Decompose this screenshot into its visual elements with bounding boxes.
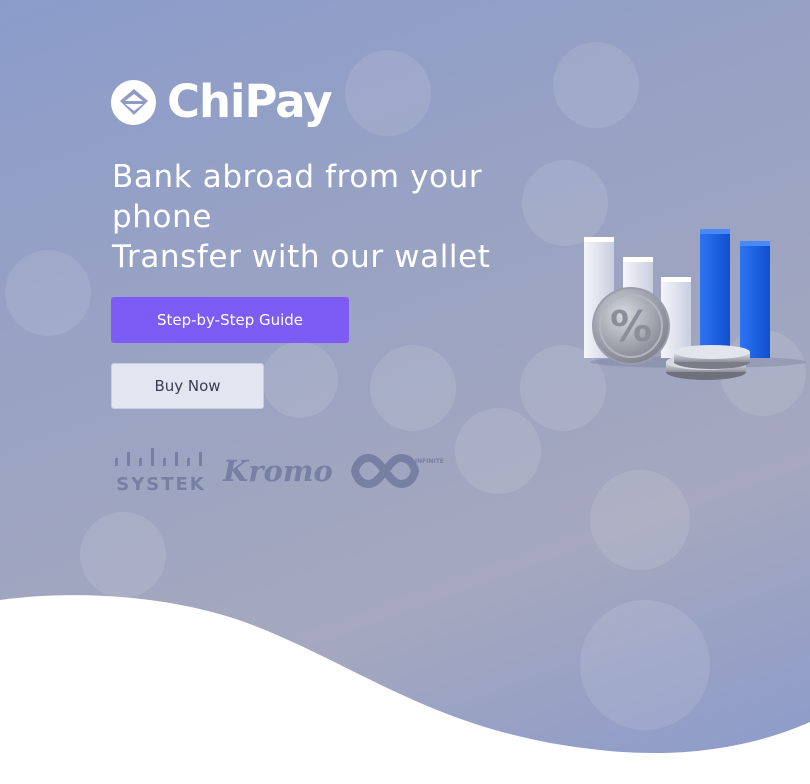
hero-section: ChiPay Bank abroad from your phone Trans… — [0, 0, 810, 784]
hero-headline: Bank abroad from your phone Transfer wit… — [112, 157, 542, 277]
systek-logo: SYSTEK — [113, 446, 209, 495]
infinity-logo-text: INFINITE — [414, 457, 444, 465]
bokeh-circle — [370, 345, 456, 431]
brand-logo[interactable]: ChiPay — [111, 74, 333, 130]
brand-name: ChiPay — [167, 75, 333, 128]
bottom-wave-divider — [0, 595, 810, 784]
bokeh-circle — [5, 250, 91, 336]
bar-chart-percent-coin-icon: % — [578, 222, 810, 392]
bokeh-circle — [553, 42, 639, 128]
buy-now-button[interactable]: Buy Now — [111, 363, 264, 409]
kromo-logo-text: Kromo — [223, 453, 333, 488]
systek-bars-icon — [115, 448, 202, 466]
percent-symbol: % — [610, 302, 652, 351]
headline-line: Transfer with our wallet — [112, 239, 491, 275]
bokeh-circle — [455, 408, 541, 494]
bokeh-circle — [262, 342, 338, 418]
bokeh-circle — [590, 470, 690, 570]
partner-logos: SYSTEK Kromo INFINITE — [113, 446, 444, 495]
bokeh-circle — [345, 50, 431, 136]
infinity-logo: INFINITE — [350, 452, 444, 490]
systek-logo-text: SYSTEK — [116, 474, 206, 495]
headline-line: phone — [112, 199, 213, 235]
kromo-logo: Kromo — [223, 454, 333, 488]
step-by-step-guide-button[interactable]: Step-by-Step Guide — [111, 297, 349, 343]
diamond-logo-icon — [111, 79, 156, 125]
headline-line: Bank abroad from your — [112, 159, 483, 195]
infinity-icon — [350, 453, 419, 488]
